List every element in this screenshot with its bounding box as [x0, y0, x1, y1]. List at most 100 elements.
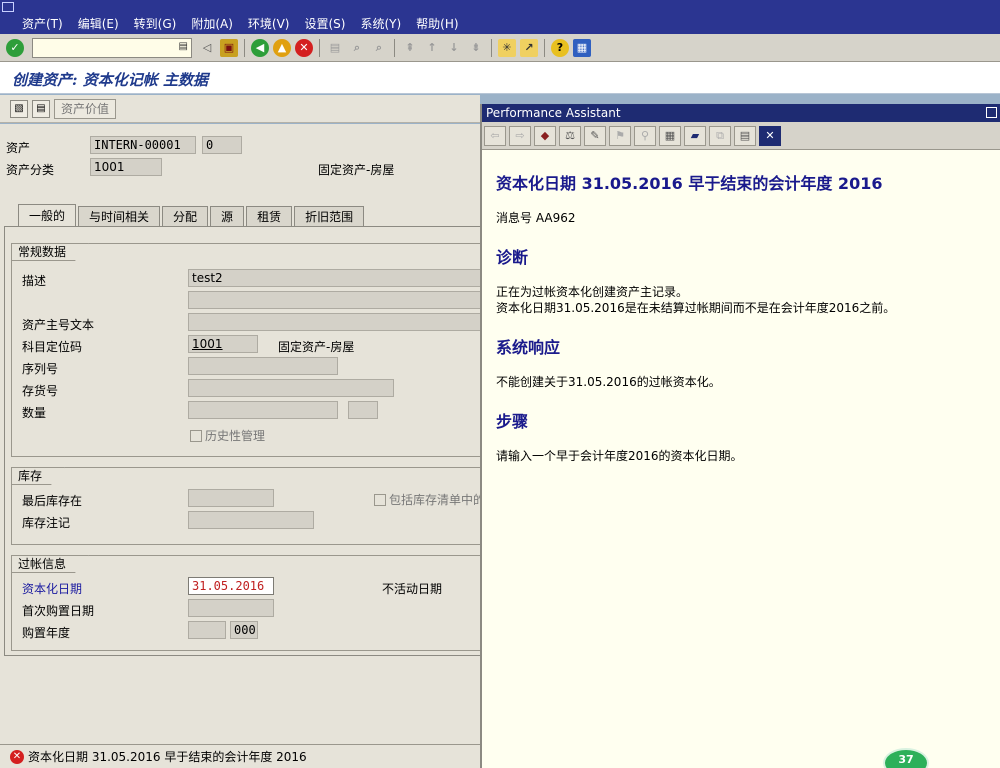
first-acquisition-date-field[interactable]	[188, 599, 274, 617]
menu-settings[interactable]: 设置(S)	[304, 15, 345, 32]
back-arrow-icon[interactable]: ◁	[198, 39, 216, 57]
enter-check-icon[interactable]: ✓	[6, 38, 24, 57]
print-icon[interactable]: ▤	[734, 125, 756, 146]
inventory-note-label: 库存注记	[22, 516, 71, 530]
asset-values-button[interactable]: 资产价值	[54, 98, 117, 119]
asset-class-description: 固定资产-房屋	[318, 163, 395, 177]
system-response-text: 不能创建关于31.05.2016的过帐资本化。	[496, 375, 721, 389]
copy-icon[interactable]: ⧉	[709, 125, 731, 146]
book-icon[interactable]: ◆	[534, 125, 556, 146]
command-field[interactable]	[32, 37, 192, 58]
edit-icon[interactable]: ✎	[584, 125, 606, 146]
application-toolbar: ▧ ▤ 资产价值	[0, 95, 480, 123]
quantity-label: 数量	[22, 406, 47, 420]
tab-origin[interactable]: 源	[210, 206, 245, 226]
asset-class-field[interactable]: 1001	[90, 158, 162, 176]
diagnosis-line-1: 正在为过帐资本化创建资产主记录。	[496, 285, 689, 299]
diagnosis-line-2: 资本化日期31.05.2016是在未结算过帐期间而不是在会计年度2016之前。	[496, 301, 896, 315]
history-management-checkbox[interactable]: 历史性管理	[190, 427, 265, 444]
procedure-title: 步骤	[496, 412, 529, 431]
previous-page-icon[interactable]: ↑	[423, 39, 441, 57]
tab-general[interactable]: 一般的	[18, 204, 77, 226]
system-response-title: 系统响应	[496, 338, 561, 357]
capitalization-date-label: 资本化日期	[22, 582, 83, 596]
back-arrow-icon[interactable]: ⇦	[484, 125, 506, 146]
flag-icon[interactable]: ⚑	[609, 125, 631, 146]
main-number-text-field[interactable]	[188, 313, 482, 331]
capitalization-date-field[interactable]: 31.05.2016	[188, 577, 274, 595]
save-icon[interactable]: ▣	[220, 38, 238, 57]
assistant-heading: 资本化日期 31.05.2016 早于结束的会计年度 2016	[496, 174, 883, 193]
acquisition-year-field[interactable]	[188, 621, 226, 639]
tab-depreciation-areas[interactable]: 折旧范围	[294, 206, 365, 226]
deactivation-date-label: 不活动日期	[382, 582, 443, 596]
next-page-icon[interactable]: ↓	[445, 39, 463, 57]
acquisition-period-field[interactable]: 000	[230, 621, 258, 639]
link-icon[interactable]: ⚲	[634, 125, 656, 146]
technical-info-icon[interactable]: ⚖	[559, 125, 581, 146]
forward-arrow-icon[interactable]: ⇨	[509, 125, 531, 146]
menu-bar: 资产(T) 编辑(E) 转到(G) 附加(A) 环境(V) 设置(S) 系统(Y…	[0, 0, 1000, 34]
print-icon[interactable]: ▤	[326, 39, 344, 57]
exit-icon[interactable]: ▲	[273, 38, 291, 57]
menu-goto[interactable]: 转到(G)	[134, 15, 177, 32]
tab-time-dependent[interactable]: 与时间相关	[78, 206, 161, 226]
layout-menu-icon[interactable]: ▦	[573, 38, 591, 57]
description-line2-field[interactable]	[188, 291, 482, 309]
last-inventory-label: 最后库存在	[22, 494, 83, 508]
description-label: 描述	[22, 274, 47, 288]
close-icon[interactable]: ✕	[759, 125, 781, 146]
unit-of-measure-field[interactable]	[348, 401, 378, 419]
menu-environment[interactable]: 环境(V)	[248, 15, 290, 32]
tab-leasing[interactable]: 租赁	[246, 206, 293, 226]
monitor-icon[interactable]: ▰	[684, 125, 706, 146]
table-icon[interactable]: ▦	[659, 125, 681, 146]
inventory-number-field[interactable]	[188, 379, 394, 397]
system-menu-icon[interactable]	[2, 2, 14, 12]
assistant-title-bar: Performance Assistant	[482, 104, 1000, 122]
asset-subnumber-field[interactable]: 0	[202, 136, 242, 154]
shortcut-icon[interactable]: ↗	[520, 38, 538, 57]
first-acquisition-date-label: 首次购置日期	[22, 604, 95, 618]
group-posting-information: 过帐信息 资本化日期 31.05.2016 不活动日期 首次购置日期 购置年度 …	[11, 555, 481, 651]
tab-allocations[interactable]: 分配	[162, 206, 209, 226]
group-inventory: 库存 最后库存在 包括库存清单中的 库存注记	[11, 467, 485, 545]
create-document-icon[interactable]: ▤	[32, 99, 50, 118]
menu-asset[interactable]: 资产(T)	[22, 15, 63, 32]
last-inventory-field[interactable]	[188, 489, 274, 507]
include-in-inventory-list-checkbox[interactable]: 包括库存清单中的	[374, 491, 485, 508]
assistant-toolbar: ⇦ ⇨ ◆ ⚖ ✎ ⚑ ⚲ ▦ ▰ ⧉ ▤ ✕	[482, 122, 1000, 150]
diagnosis-title: 诊断	[496, 248, 529, 267]
menu-system[interactable]: 系统(Y)	[360, 15, 401, 32]
account-determination-description: 固定资产-房屋	[278, 340, 355, 354]
serial-number-field[interactable]	[188, 357, 338, 375]
quantity-field[interactable]	[188, 401, 338, 419]
minimize-icon[interactable]	[986, 107, 997, 118]
assistant-content: 资本化日期 31.05.2016 早于结束的会计年度 2016 消息号 AA96…	[496, 170, 990, 464]
display-change-icon[interactable]: ▧	[10, 99, 28, 118]
error-icon[interactable]: ✕	[10, 749, 24, 764]
procedure-text: 请输入一个早于会计年度2016的资本化日期。	[496, 449, 743, 463]
asset-class-label: 资产分类	[6, 163, 55, 177]
menu-extras[interactable]: 附加(A)	[191, 15, 233, 32]
assistant-window-title: Performance Assistant	[486, 106, 621, 120]
tab-panel-general: 常规数据 描述 test2 资产主号文本 科目定位码 1001 固定资产-房屋 …	[4, 226, 485, 656]
menu-edit[interactable]: 编辑(E)	[78, 15, 119, 32]
menu-help[interactable]: 帮助(H)	[416, 15, 458, 32]
main-number-text-label: 资产主号文本	[22, 318, 95, 332]
first-page-icon[interactable]: ⇞	[401, 39, 419, 57]
find-icon[interactable]: ⌕	[348, 39, 366, 57]
inventory-note-field[interactable]	[188, 511, 314, 529]
back-icon[interactable]: ◀	[251, 38, 269, 57]
message-number: 消息号 AA962	[496, 211, 576, 225]
new-session-icon[interactable]: ✳	[498, 38, 516, 57]
find-next-icon[interactable]: ⌕	[370, 39, 388, 57]
cancel-icon[interactable]: ✕	[295, 38, 313, 57]
asset-number-field[interactable]: INTERN-00001	[90, 136, 196, 154]
last-page-icon[interactable]: ⇟	[467, 39, 485, 57]
description-field[interactable]: test2	[188, 269, 482, 287]
help-icon[interactable]: ?	[551, 38, 569, 57]
screen-title-bar: 创建资产: 资本化记帐 主数据	[0, 62, 1000, 94]
status-message[interactable]: 资本化日期 31.05.2016 早于结束的会计年度 2016	[28, 748, 307, 765]
account-determination-field[interactable]: 1001	[188, 335, 258, 353]
